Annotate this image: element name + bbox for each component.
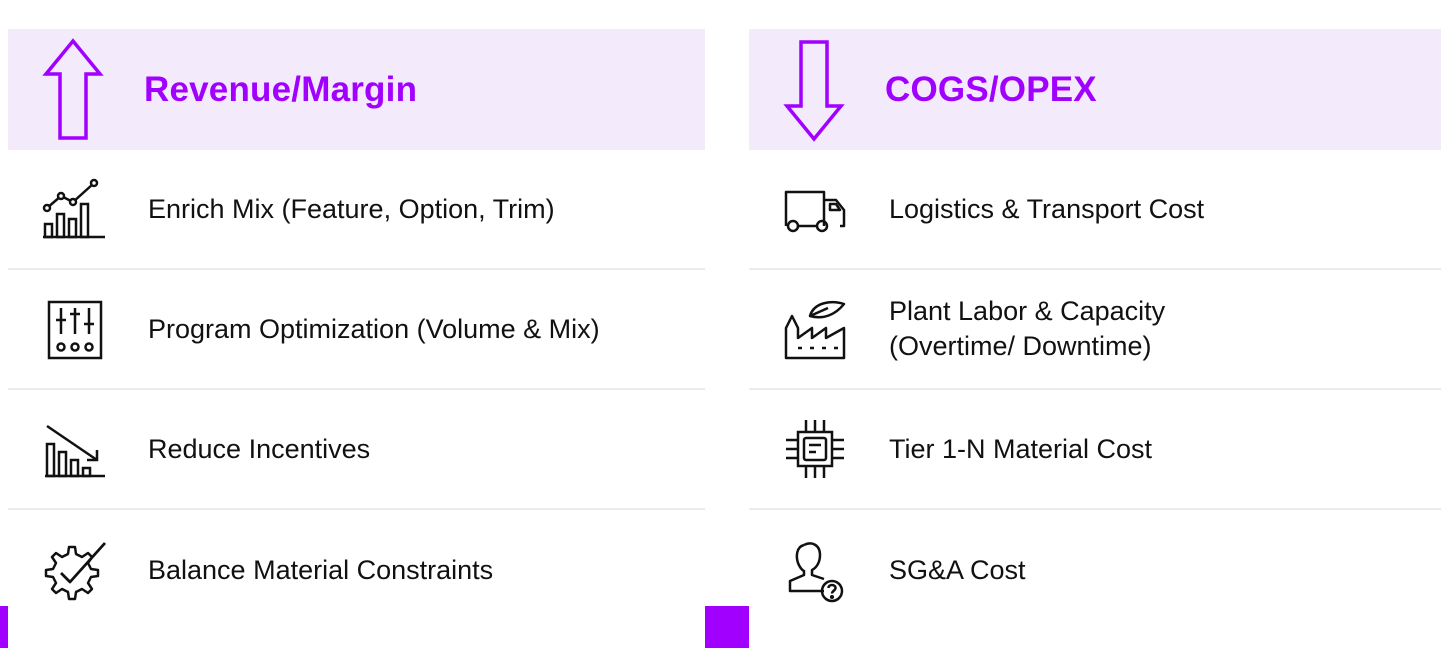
item-label: SG&A Cost <box>889 554 1026 585</box>
gear-check-icon <box>44 542 107 601</box>
item-label: Tier 1-N Material Cost <box>889 433 1153 464</box>
list-item-sga-cost: SG&A Cost <box>749 510 1441 630</box>
revenue-margin-title: Revenue/Margin <box>144 69 418 109</box>
item-label: Reduce Incentives <box>148 433 371 464</box>
arrow-up-icon <box>42 37 104 140</box>
accent-bar-left <box>0 606 8 648</box>
arrow-down-icon <box>783 39 845 142</box>
accent-block-center <box>705 606 749 648</box>
item-label: Enrich Mix (Feature, Option, Trim) <box>148 193 555 224</box>
cogs-opex-title: COGS/OPEX <box>885 69 1097 109</box>
list-item-plant-labor: Plant Labor & Capacity (Overtime/ Downti… <box>749 270 1441 390</box>
item-label: Balance Material Constraints <box>148 554 494 585</box>
list-item-program-optimization: Program Optimization (Volume & Mix) <box>8 270 705 390</box>
person-question-icon <box>788 542 844 603</box>
item-label: Program Optimization (Volume & Mix) <box>148 313 600 344</box>
list-item-material-cost: Tier 1-N Material Cost <box>749 390 1441 510</box>
factory-icon <box>784 300 846 360</box>
item-label: Plant Labor & Capacity (Overtime/ Downti… <box>889 296 1166 361</box>
item-label: Logistics & Transport Cost <box>889 193 1205 224</box>
revenue-margin-header: Revenue/Margin <box>8 29 705 150</box>
cogs-opex-header: COGS/OPEX <box>749 29 1441 150</box>
mixer-sliders-icon <box>47 300 103 360</box>
growth-chart-icon <box>42 178 105 239</box>
list-item-enrich-mix: Enrich Mix (Feature, Option, Trim) <box>8 150 705 270</box>
revenue-margin-panel: Revenue/Margin Enrich Mix (Feature, Opti… <box>8 29 705 630</box>
list-item-balance-material: Balance Material Constraints <box>8 510 705 630</box>
truck-icon <box>784 190 846 233</box>
list-item-logistics: Logistics & Transport Cost <box>749 150 1441 270</box>
declining-chart-icon <box>45 424 105 478</box>
list-item-reduce-incentives: Reduce Incentives <box>8 390 705 510</box>
cogs-opex-panel: COGS/OPEX Logistics & Transport Cost Pla… <box>749 29 1441 630</box>
chip-icon <box>786 420 844 478</box>
